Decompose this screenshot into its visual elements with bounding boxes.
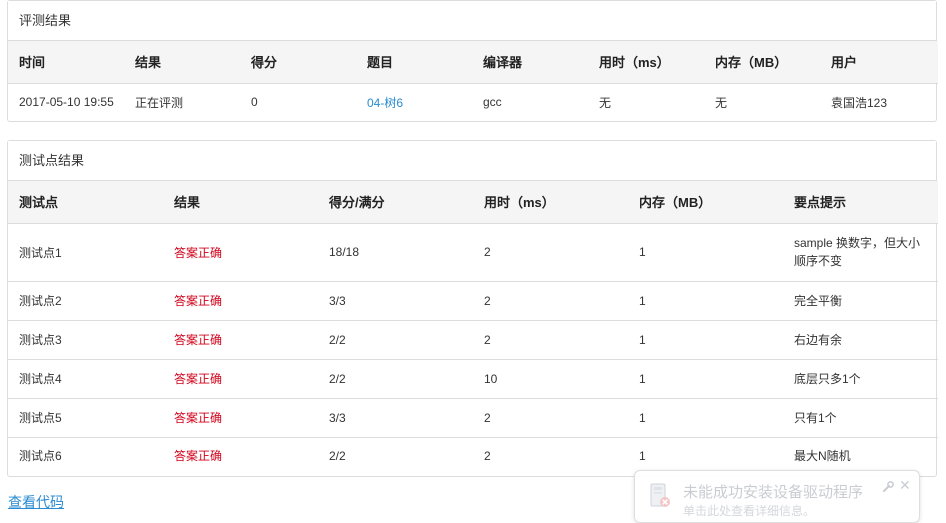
time-used: 无 [599,95,612,110]
col-header-case-time: 用时（ms） [473,181,628,224]
case-time: 2 [473,281,628,321]
col-header-case-score: 得分/满分 [318,181,473,224]
case-time: 2 [473,398,628,438]
table-row: 测试点2 答案正确 3/3 2 1 完全平衡 [8,281,938,321]
problem-link[interactable]: 04-树6 [367,96,403,110]
table-row: 测试点4 答案正确 2/2 10 1 底层只多1个 [8,359,938,399]
table-row: 测试点1 答案正确 18/18 2 1 sample 换数字，但大小顺序不变 [8,223,938,282]
case-time: 2 [473,320,628,360]
case-name: 测试点4 [8,359,163,399]
case-hint: 右边有余 [783,320,938,360]
judge-result-title: 评测结果 [8,1,936,41]
col-header-memory: 内存（MB） [704,41,820,84]
case-name: 测试点6 [19,449,62,464]
case-memory: 1 [628,359,783,399]
col-header-time: 时间 [8,41,124,84]
table-row: 测试点3 答案正确 2/2 2 1 右边有余 [8,320,938,360]
testcase-result-table: 测试点 结果 得分/满分 用时（ms） 内存（MB） 要点提示 测试点1 答案正… [8,181,938,474]
case-name: 测试点5 [8,398,163,438]
case-score: 18/18 [318,223,473,282]
case-memory: 1 [628,398,783,438]
case-memory: 1 [628,320,783,360]
col-header-time-used: 用时（ms） [588,41,704,84]
judge-result-panel: 评测结果 时间 结果 得分 题目 编译器 用时（ms） 内存（MB） 用户 20… [7,0,938,122]
col-header-score: 得分 [240,41,356,84]
case-score: 2/2 [329,448,346,463]
driver-warning-icon [649,483,671,509]
case-hint: 只有1个 [783,398,938,438]
view-code-link[interactable]: 查看代码 [8,492,64,512]
compiler: gcc [483,95,502,110]
submit-time: 2017-05-10 19:55 [19,95,114,110]
case-memory: 1 [628,223,783,282]
case-score: 3/3 [318,281,473,321]
case-result: 答案正确 [163,281,318,321]
case-result: 答案正确 [163,320,318,360]
case-hint: sample 换数字，但大小顺序不变 [783,223,938,282]
case-score: 3/3 [318,398,473,438]
case-result: 答案正确 [163,398,318,438]
col-header-compiler: 编译器 [472,41,588,84]
user-name: 袁国浩123 [831,95,888,110]
settings-icon[interactable] [881,480,895,494]
testcase-result-title: 测试点结果 [8,141,936,181]
memory-used: 无 [715,95,728,110]
case-name: 测试点2 [8,281,163,321]
case-result: 答案正确 [174,449,223,464]
case-result: 答案正确 [163,223,318,282]
table-row: 2017-05-10 19:55 正在评测 0 04-树6 gcc 无 无 袁国… [8,83,938,121]
col-header-result: 结果 [124,41,240,84]
case-result: 答案正确 [163,359,318,399]
case-score: 2/2 [318,359,473,399]
notification-title: 未能成功安装设备驱动程序 [683,484,864,501]
col-header-user: 用户 [820,41,938,84]
case-memory: 1 [628,281,783,321]
col-header-case-result: 结果 [163,181,318,224]
testcase-result-panel: 测试点结果 测试点 结果 得分/满分 用时（ms） 内存（MB） 要点提示 测试… [7,140,938,477]
case-hint: 最大N随机 [794,448,851,463]
col-header-case-memory: 内存（MB） [628,181,783,224]
driver-notification[interactable]: 未能成功安装设备驱动程序 单击此处查看详细信息。 ✕ [634,470,920,523]
total-score: 0 [251,95,258,110]
case-name: 测试点1 [8,223,163,282]
case-name: 测试点3 [8,320,163,360]
case-time: 2 [484,448,491,463]
case-hint: 底层只多1个 [783,359,938,399]
judge-status: 正在评测 [135,95,184,110]
problem-cell: 04-树6 [356,83,472,121]
col-header-problem: 题目 [356,41,472,84]
table-row: 测试点6 答案正确 2/2 2 1 最大N随机 [8,437,938,474]
judge-result-table: 时间 结果 得分 题目 编译器 用时（ms） 内存（MB） 用户 2017-05… [8,41,938,121]
table-row: 测试点5 答案正确 3/3 2 1 只有1个 [8,398,938,438]
close-icon[interactable]: ✕ [899,477,911,494]
case-time: 2 [473,223,628,282]
case-score: 2/2 [318,320,473,360]
col-header-case: 测试点 [8,181,163,224]
notification-subtitle: 单击此处查看详细信息。 [683,504,816,518]
judge-result-header-row: 时间 结果 得分 题目 编译器 用时（ms） 内存（MB） 用户 [8,41,938,84]
case-memory: 1 [639,448,646,463]
testcase-header-row: 测试点 结果 得分/满分 用时（ms） 内存（MB） 要点提示 [8,181,938,224]
col-header-case-hint: 要点提示 [783,181,938,224]
case-time: 10 [473,359,628,399]
case-hint: 完全平衡 [783,281,938,321]
